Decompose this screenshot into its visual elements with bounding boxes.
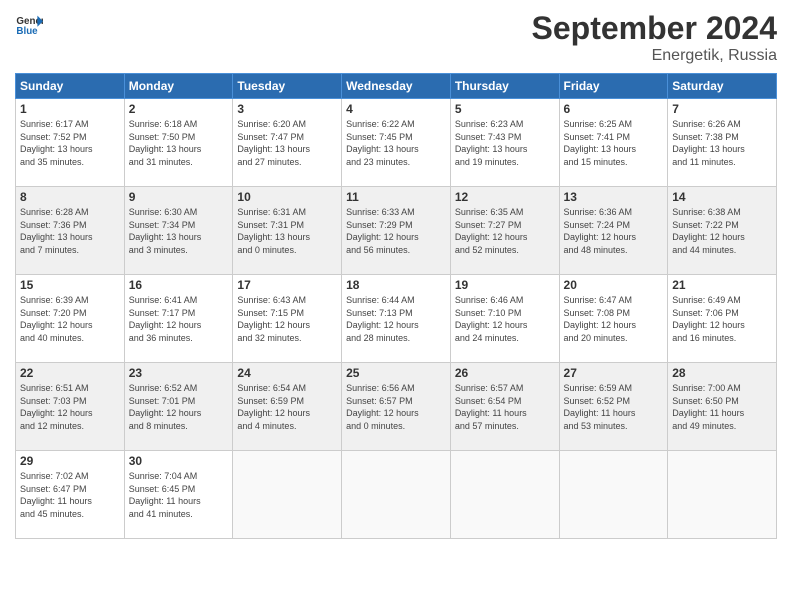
table-row: 24Sunrise: 6:54 AMSunset: 6:59 PMDayligh… <box>233 363 342 451</box>
header-thursday: Thursday <box>450 74 559 99</box>
calendar-table: Sunday Monday Tuesday Wednesday Thursday… <box>15 73 777 539</box>
table-row: 27Sunrise: 6:59 AMSunset: 6:52 PMDayligh… <box>559 363 668 451</box>
table-row: 10Sunrise: 6:31 AMSunset: 7:31 PMDayligh… <box>233 187 342 275</box>
table-row: 8Sunrise: 6:28 AMSunset: 7:36 PMDaylight… <box>16 187 125 275</box>
logo-icon: General Blue <box>15 10 43 38</box>
table-row: 12Sunrise: 6:35 AMSunset: 7:27 PMDayligh… <box>450 187 559 275</box>
table-row <box>559 451 668 539</box>
title-block: September 2024 Energetik, Russia <box>532 10 777 65</box>
table-row: 26Sunrise: 6:57 AMSunset: 6:54 PMDayligh… <box>450 363 559 451</box>
table-row: 29Sunrise: 7:02 AMSunset: 6:47 PMDayligh… <box>16 451 125 539</box>
header-tuesday: Tuesday <box>233 74 342 99</box>
table-row: 16Sunrise: 6:41 AMSunset: 7:17 PMDayligh… <box>124 275 233 363</box>
table-row: 18Sunrise: 6:44 AMSunset: 7:13 PMDayligh… <box>342 275 451 363</box>
header-row: Sunday Monday Tuesday Wednesday Thursday… <box>16 74 777 99</box>
header-monday: Monday <box>124 74 233 99</box>
table-row <box>668 451 777 539</box>
table-row: 20Sunrise: 6:47 AMSunset: 7:08 PMDayligh… <box>559 275 668 363</box>
table-row <box>450 451 559 539</box>
table-row <box>233 451 342 539</box>
location-title: Energetik, Russia <box>532 47 777 65</box>
table-row: 21Sunrise: 6:49 AMSunset: 7:06 PMDayligh… <box>668 275 777 363</box>
table-row: 3Sunrise: 6:20 AMSunset: 7:47 PMDaylight… <box>233 99 342 187</box>
table-row: 22Sunrise: 6:51 AMSunset: 7:03 PMDayligh… <box>16 363 125 451</box>
table-row: 30Sunrise: 7:04 AMSunset: 6:45 PMDayligh… <box>124 451 233 539</box>
table-row: 15Sunrise: 6:39 AMSunset: 7:20 PMDayligh… <box>16 275 125 363</box>
table-row: 5Sunrise: 6:23 AMSunset: 7:43 PMDaylight… <box>450 99 559 187</box>
header-wednesday: Wednesday <box>342 74 451 99</box>
header: General Blue September 2024 Energetik, R… <box>15 10 777 65</box>
table-row: 28Sunrise: 7:00 AMSunset: 6:50 PMDayligh… <box>668 363 777 451</box>
table-row: 14Sunrise: 6:38 AMSunset: 7:22 PMDayligh… <box>668 187 777 275</box>
table-row: 9Sunrise: 6:30 AMSunset: 7:34 PMDaylight… <box>124 187 233 275</box>
table-row: 11Sunrise: 6:33 AMSunset: 7:29 PMDayligh… <box>342 187 451 275</box>
table-row: 2Sunrise: 6:18 AMSunset: 7:50 PMDaylight… <box>124 99 233 187</box>
table-row: 17Sunrise: 6:43 AMSunset: 7:15 PMDayligh… <box>233 275 342 363</box>
header-saturday: Saturday <box>668 74 777 99</box>
svg-text:Blue: Blue <box>16 26 38 37</box>
table-row: 4Sunrise: 6:22 AMSunset: 7:45 PMDaylight… <box>342 99 451 187</box>
table-row: 1Sunrise: 6:17 AMSunset: 7:52 PMDaylight… <box>16 99 125 187</box>
table-row <box>342 451 451 539</box>
month-title: September 2024 <box>532 10 777 47</box>
table-row: 13Sunrise: 6:36 AMSunset: 7:24 PMDayligh… <box>559 187 668 275</box>
logo: General Blue <box>15 10 43 38</box>
table-row: 7Sunrise: 6:26 AMSunset: 7:38 PMDaylight… <box>668 99 777 187</box>
table-row: 6Sunrise: 6:25 AMSunset: 7:41 PMDaylight… <box>559 99 668 187</box>
page-container: General Blue September 2024 Energetik, R… <box>0 0 792 549</box>
header-friday: Friday <box>559 74 668 99</box>
header-sunday: Sunday <box>16 74 125 99</box>
table-row: 23Sunrise: 6:52 AMSunset: 7:01 PMDayligh… <box>124 363 233 451</box>
table-row: 25Sunrise: 6:56 AMSunset: 6:57 PMDayligh… <box>342 363 451 451</box>
table-row: 19Sunrise: 6:46 AMSunset: 7:10 PMDayligh… <box>450 275 559 363</box>
